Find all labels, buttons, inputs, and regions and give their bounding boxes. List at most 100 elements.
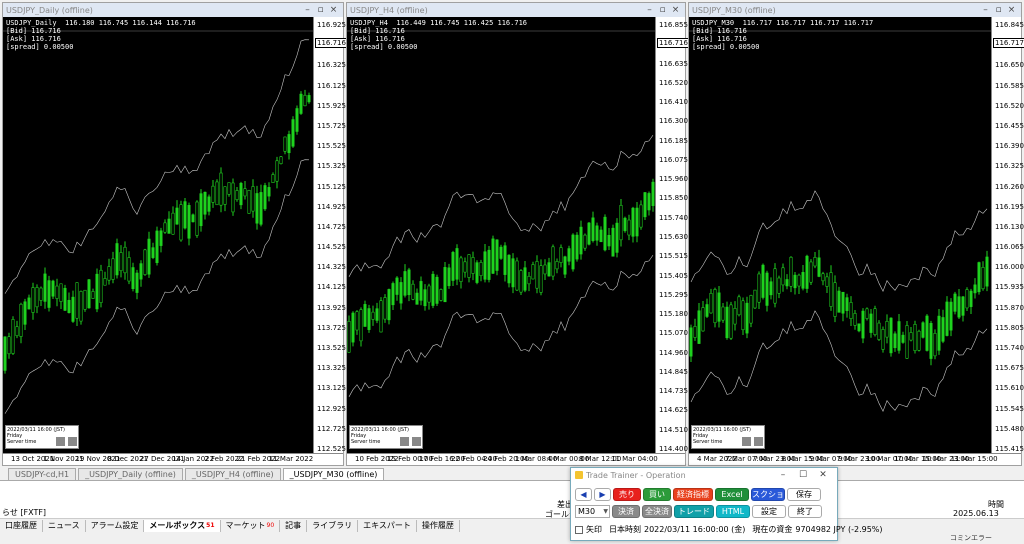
candle-body xyxy=(877,322,881,340)
terminal-tab[interactable]: アラーム設定 xyxy=(86,519,145,532)
trade-trainer-titlebar[interactable]: Trade Trainer - Operation – ☐ ✕ xyxy=(571,468,837,482)
candle-body xyxy=(3,336,7,371)
close-icon[interactable]: × xyxy=(669,5,682,15)
terminal-tab[interactable]: エキスパート xyxy=(358,519,417,532)
terminal-tab[interactable]: 口座履歴 xyxy=(0,519,43,532)
html-button[interactable]: HTML xyxy=(716,505,750,518)
terminal-tab[interactable]: メールボックス 51 xyxy=(144,519,221,532)
candle-body xyxy=(837,290,841,313)
candle-body xyxy=(463,261,467,273)
chart-tab-bar: USDJPY-cd,H1 _USDJPY_Daily (offline) _USDJ… xyxy=(0,466,1024,480)
mini-next-button[interactable] xyxy=(754,437,763,446)
mini-prev-button[interactable] xyxy=(400,437,409,446)
save-button[interactable]: 保存 xyxy=(787,488,821,501)
sell-button[interactable]: 売り xyxy=(613,488,641,501)
candle-body xyxy=(631,207,635,237)
price-tick: 114.925 xyxy=(317,202,346,211)
candle-body xyxy=(757,273,761,303)
price-tick: 116.325 xyxy=(995,162,1024,171)
trade-trainer-window[interactable]: Trade Trainer - Operation – ☐ ✕ ◀ ▶ 売り 買… xyxy=(570,467,883,541)
candle-body xyxy=(119,252,123,272)
settle-button[interactable]: 決済 xyxy=(612,505,640,518)
chart-window-m30[interactable]: USDJPY_M30 (offline) – ▫ × USDJPY_M30 11… xyxy=(688,2,1024,466)
arrow-checkbox[interactable] xyxy=(575,525,583,534)
mini-prev-button[interactable] xyxy=(56,437,65,446)
price-tick: 114.960 xyxy=(659,348,688,357)
screenshot-button[interactable]: スクショ xyxy=(751,488,785,501)
mini-prev-button[interactable] xyxy=(742,437,751,446)
candle-body xyxy=(857,323,861,332)
japan-time-label: 日本時刻 xyxy=(609,525,641,534)
chart-tab[interactable]: _USDJPY_M30 (offline) xyxy=(282,468,385,480)
chart-titlebar[interactable]: USDJPY_M30 (offline) – ▫ × xyxy=(689,3,1021,17)
chart-canvas[interactable] xyxy=(347,17,655,453)
candle-body xyxy=(603,216,607,251)
price-tick: 114.125 xyxy=(317,283,346,292)
close-icon[interactable]: ✕ xyxy=(813,470,833,480)
time-tick: 11 Mar 04:00 xyxy=(611,455,658,463)
maximize-icon[interactable]: ☐ xyxy=(793,470,813,480)
excel-button[interactable]: Excel xyxy=(715,488,749,501)
price-tick: 115.515 xyxy=(659,252,688,261)
candle-body xyxy=(765,272,769,306)
time-panel-line: Server time xyxy=(693,439,723,445)
price-tick: 115.070 xyxy=(659,329,688,338)
candle-body xyxy=(183,201,187,229)
chart-canvas[interactable] xyxy=(3,17,313,453)
mini-next-button[interactable] xyxy=(68,437,77,446)
time-panel[interactable]: 2022/03/11 16:00 (JST) Friday Server time xyxy=(691,425,765,449)
maximize-icon[interactable]: ▫ xyxy=(314,5,327,15)
chart-tab[interactable]: USDJPY-cd,H1 xyxy=(8,468,77,480)
ohlc-line: [spread] 0.00500 xyxy=(6,43,74,51)
settings-button[interactable]: 設定 xyxy=(752,505,786,518)
price-tick: 113.525 xyxy=(317,344,346,353)
candle-body xyxy=(651,181,655,206)
candle-body xyxy=(267,187,271,197)
chart-window-h4[interactable]: USDJPY_H4 (offline) – ▫ × USDJPY_H4 116.… xyxy=(346,2,690,466)
chart-titlebar[interactable]: USDJPY_H4 (offline) – ▫ × xyxy=(347,3,685,17)
price-axis: 116.855116.745116.635116.520116.410116.3… xyxy=(655,17,690,453)
buy-button[interactable]: 買い xyxy=(643,488,671,501)
terminal-tab[interactable]: マーケット 90 xyxy=(221,519,281,532)
time-panel[interactable]: 2022/03/11 16:00 (JST) Friday Server time xyxy=(5,425,79,449)
mini-next-button[interactable] xyxy=(412,437,421,446)
timeframe-select[interactable]: M30 ▼ xyxy=(575,505,610,518)
minimize-icon[interactable]: – xyxy=(643,5,656,15)
trade-button[interactable]: トレード xyxy=(674,505,714,518)
terminal-tab[interactable]: ライブラリ xyxy=(307,519,359,532)
candle-body xyxy=(207,196,211,212)
terminal-tab[interactable]: 記事 xyxy=(280,519,308,532)
terminal-tab[interactable]: ニュース xyxy=(43,519,86,532)
candle-body xyxy=(909,332,913,341)
maximize-icon[interactable]: ▫ xyxy=(992,5,1005,15)
app-icon xyxy=(575,471,583,479)
chart-tab[interactable]: _USDJPY_Daily (offline) xyxy=(78,468,183,480)
chart-tab[interactable]: _USDJPY_H4 (offline) xyxy=(184,468,281,480)
candle-body xyxy=(981,266,985,290)
candle-body xyxy=(519,270,523,293)
chart-titlebar[interactable]: USDJPY_Daily (offline) – ▫ × xyxy=(3,3,343,17)
candle-body xyxy=(913,324,917,351)
price-axis: 116.845116.780116.650116.585116.520116.4… xyxy=(991,17,1024,453)
price-tick: 116.195 xyxy=(995,202,1024,211)
minimize-icon[interactable]: – xyxy=(301,5,314,15)
close-icon[interactable]: × xyxy=(1005,5,1018,15)
candle-body xyxy=(709,292,713,314)
price-tick: 116.455 xyxy=(995,121,1024,130)
price-tick: 116.325 xyxy=(317,61,346,70)
minimize-icon[interactable]: – xyxy=(979,5,992,15)
chart-canvas[interactable] xyxy=(689,17,991,453)
terminal-tab[interactable]: 操作履歴 xyxy=(417,519,460,532)
maximize-icon[interactable]: ▫ xyxy=(656,5,669,15)
candle-body xyxy=(187,205,191,239)
candle-body xyxy=(805,255,809,289)
time-panel[interactable]: 2022/03/11 16:00 (JST) Friday Server time xyxy=(349,425,423,449)
close-icon[interactable]: × xyxy=(327,5,340,15)
step-back-button[interactable]: ◀ xyxy=(575,488,592,501)
minimize-icon[interactable]: – xyxy=(773,470,793,480)
chart-window-daily[interactable]: USDJPY_Daily (offline) – ▫ × USDJPY_Dail… xyxy=(2,2,348,466)
economic-indicator-button[interactable]: 経済指標 xyxy=(673,488,713,501)
exit-button[interactable]: 終了 xyxy=(788,505,822,518)
step-forward-button[interactable]: ▶ xyxy=(594,488,611,501)
settle-all-button[interactable]: 全決済 xyxy=(642,505,672,518)
